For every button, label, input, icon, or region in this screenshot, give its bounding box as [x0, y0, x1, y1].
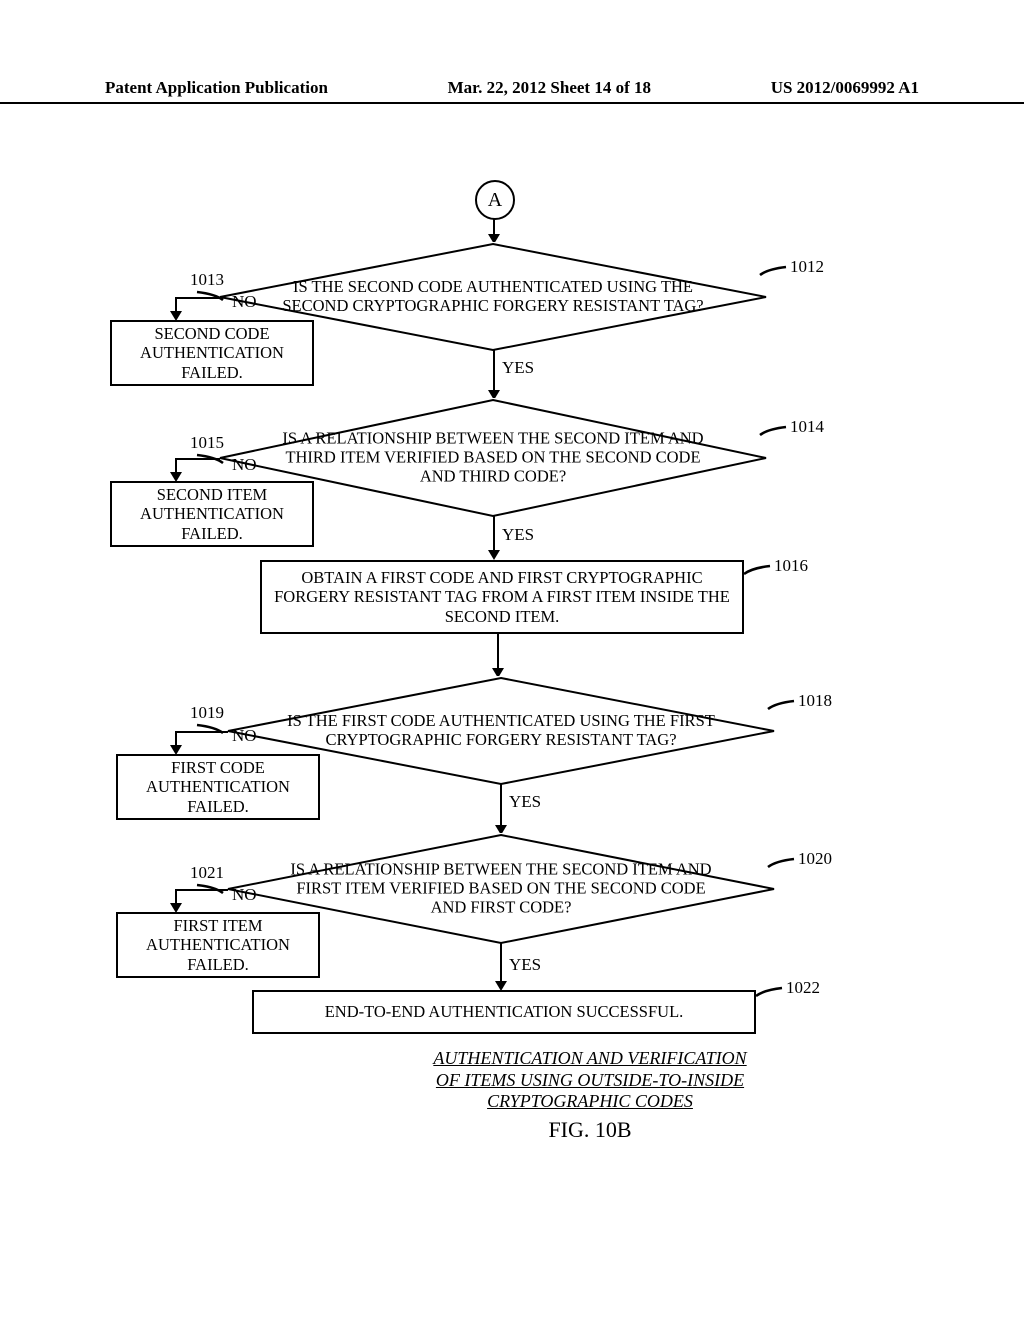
process-1016: OBTAIN A FIRST CODE AND FIRST CRYPTOGRAP…	[260, 560, 744, 634]
arrow-line	[175, 889, 228, 891]
arrow-line	[493, 516, 495, 554]
ref-1021: 1021	[190, 863, 224, 883]
connector-a: A	[475, 180, 515, 220]
label-yes: YES	[502, 358, 534, 378]
process-1013: SECOND CODE AUTHENTICATION FAILED.	[110, 320, 314, 386]
decision-1012-text: IS THE SECOND CODE AUTHENTICATED USING T…	[273, 278, 713, 316]
decision-1014-text: IS A RELATIONSHIP BETWEEN THE SECOND ITE…	[273, 430, 713, 487]
arrow-line	[497, 632, 499, 672]
figure-caption: AUTHENTICATION AND VERIFICATION OF ITEMS…	[380, 1048, 800, 1143]
ref-1015: 1015	[190, 433, 224, 453]
label-yes: YES	[502, 525, 534, 545]
caption-line: CRYPTOGRAPHIC CODES	[380, 1091, 800, 1113]
figure-label: FIG. 10B	[380, 1117, 800, 1143]
ref-mark-icon	[758, 425, 788, 439]
caption-line: OF ITEMS USING OUTSIDE-TO-INSIDE	[380, 1070, 800, 1092]
arrow-line	[175, 731, 228, 733]
label-yes: YES	[509, 955, 541, 975]
ref-mark-icon	[195, 723, 225, 737]
arrow-line	[175, 297, 220, 299]
process-1015: SECOND ITEM AUTHENTICATION FAILED.	[110, 481, 314, 547]
label-no: NO	[232, 455, 257, 475]
page: Patent Application Publication Mar. 22, …	[0, 0, 1024, 1320]
ref-1016: 1016	[774, 556, 808, 576]
label-no: NO	[232, 726, 257, 746]
process-1016-text: OBTAIN A FIRST CODE AND FIRST CRYPTOGRAP…	[262, 568, 742, 626]
process-1021-text: FIRST ITEM AUTHENTICATION FAILED.	[118, 916, 318, 974]
caption-line: AUTHENTICATION AND VERIFICATION	[380, 1048, 800, 1070]
label-no: NO	[232, 885, 257, 905]
decision-1018-text: IS THE FIRST CODE AUTHENTICATED USING TH…	[281, 712, 721, 750]
decision-1020-text: IS A RELATIONSHIP BETWEEN THE SECOND ITE…	[281, 861, 721, 918]
header-row: Patent Application Publication Mar. 22, …	[0, 78, 1024, 98]
process-1021: FIRST ITEM AUTHENTICATION FAILED.	[116, 912, 320, 978]
ref-mark-icon	[754, 986, 784, 1000]
ref-mark-icon	[742, 564, 772, 578]
flowchart: A IS THE SECOND CODE AUTHENTICATED USING…	[0, 180, 1024, 1280]
header-center: Mar. 22, 2012 Sheet 14 of 18	[448, 78, 651, 98]
label-yes: YES	[509, 792, 541, 812]
process-1019: FIRST CODE AUTHENTICATION FAILED.	[116, 754, 320, 820]
ref-mark-icon	[758, 265, 788, 279]
process-1022-text: END-TO-END AUTHENTICATION SUCCESSFUL.	[325, 1002, 684, 1021]
ref-1020: 1020	[798, 849, 832, 869]
ref-mark-icon	[195, 453, 225, 467]
ref-1014: 1014	[790, 417, 824, 437]
ref-1022: 1022	[786, 978, 820, 998]
ref-mark-icon	[766, 699, 796, 713]
process-1022: END-TO-END AUTHENTICATION SUCCESSFUL.	[252, 990, 756, 1034]
header-left: Patent Application Publication	[105, 78, 328, 98]
arrow-line	[493, 350, 495, 395]
arrow-line	[175, 458, 220, 460]
process-1019-text: FIRST CODE AUTHENTICATION FAILED.	[118, 758, 318, 816]
ref-1012: 1012	[790, 257, 824, 277]
process-1013-text: SECOND CODE AUTHENTICATION FAILED.	[112, 324, 312, 382]
label-no: NO	[232, 292, 257, 312]
ref-mark-icon	[766, 857, 796, 871]
arrow-line	[500, 784, 502, 829]
arrow-line	[500, 943, 502, 985]
page-header: Patent Application Publication Mar. 22, …	[0, 78, 1024, 104]
header-right: US 2012/0069992 A1	[771, 78, 919, 98]
ref-1013: 1013	[190, 270, 224, 290]
ref-1019: 1019	[190, 703, 224, 723]
process-1015-text: SECOND ITEM AUTHENTICATION FAILED.	[112, 485, 312, 543]
arrow-down-icon	[488, 550, 500, 560]
ref-1018: 1018	[798, 691, 832, 711]
